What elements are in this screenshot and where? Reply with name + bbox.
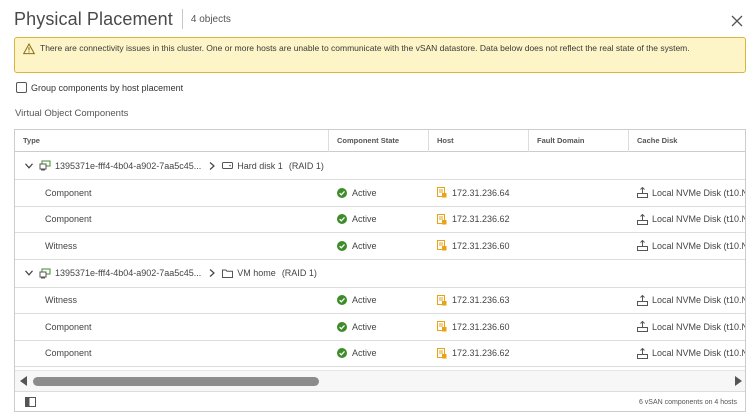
horizontal-scrollbar[interactable] — [15, 370, 745, 391]
component-state: Active — [352, 321, 377, 332]
component-host[interactable]: 172.31.236.60 — [452, 241, 510, 251]
scroll-right-icon[interactable] — [734, 376, 742, 386]
column-header-host[interactable]: Host — [429, 130, 529, 152]
object-id[interactable]: 1395371e-fff4-4b04-a902-7aa5c45... — [55, 268, 201, 278]
raid-level: (RAID 1) — [281, 268, 317, 278]
cache-disk-icon — [637, 321, 648, 333]
dialog-header: Physical Placement 4 objects — [14, 8, 231, 30]
component-host[interactable]: 172.31.236.62 — [452, 348, 510, 358]
component-row[interactable]: Witness Active 172.31.236.60 Local NVMe Dis… — [15, 233, 746, 260]
cache-disk-icon — [637, 187, 648, 199]
grid-header-row: Type Component State Host Fault Domain C… — [15, 130, 745, 152]
object-child-name: Hard disk 1 — [237, 160, 283, 171]
vsan-object-icon — [39, 160, 51, 171]
component-type: Witness — [45, 295, 78, 306]
vsan-object-icon — [39, 268, 51, 278]
group-by-host-label[interactable]: Group components by host placement — [31, 83, 183, 93]
component-state: Active — [352, 240, 377, 251]
component-row[interactable]: Component Active 172.31.236.60 Local NVMe D… — [15, 314, 746, 341]
scrollbar-thumb[interactable] — [33, 377, 319, 386]
folder-icon — [222, 269, 234, 278]
group-by-host-toggle[interactable]: Group components by host placement — [16, 82, 183, 93]
object-group-row[interactable]: 1395371e-fff4-4b04-a902-7aa5c45... VM hom… — [15, 260, 745, 288]
component-row[interactable]: Component Active 172.31.236.62 Local NVMe D… — [15, 207, 746, 233]
object-group-row[interactable]: 1395371e-fff4-4b04-a902-7aa5c45... Hard d… — [15, 152, 745, 180]
component-state: Active — [352, 214, 377, 225]
cache-disk-icon — [637, 294, 648, 306]
component-cache-disk: Local NVMe Disk (t10.N — [652, 214, 746, 225]
object-id[interactable]: 1395371e-fff4-4b04-a902-7aa5c45... — [55, 161, 201, 171]
active-status-icon — [337, 187, 347, 198]
disk-icon — [222, 162, 234, 169]
cache-disk-icon — [637, 347, 648, 359]
active-status-icon — [337, 240, 347, 251]
component-row[interactable]: Witness Active 172.31.236.63 Local NVMe Dis… — [15, 288, 746, 314]
component-cache-disk: Local NVMe Disk (t10.N — [652, 321, 746, 332]
dialog-title: Physical Placement — [14, 8, 173, 29]
component-type: Component — [45, 348, 92, 359]
scroll-left-icon[interactable] — [20, 376, 28, 386]
component-host[interactable]: 172.31.236.64 — [452, 188, 510, 198]
active-status-icon — [337, 321, 347, 332]
column-header-type[interactable]: Type — [15, 130, 329, 152]
close-icon[interactable] — [730, 14, 744, 28]
host-icon — [437, 294, 447, 306]
column-header-component-state[interactable]: Component State — [329, 130, 429, 152]
component-type: Component — [45, 321, 92, 332]
column-header-cache-disk[interactable]: Cache Disk — [629, 130, 745, 152]
group-by-host-checkbox[interactable] — [16, 82, 27, 93]
component-cache-disk: Local NVMe Disk (t10.N — [652, 295, 746, 306]
chevron-right-icon — [209, 161, 216, 170]
component-host[interactable]: 172.31.236.62 — [452, 214, 510, 224]
raid-level: (RAID 1) — [288, 160, 324, 171]
chevron-down-icon[interactable] — [25, 162, 33, 169]
grid-footer: 6 vSAN components on 4 hosts — [15, 391, 745, 411]
host-icon — [437, 321, 447, 332]
alert-message: There are connectivity issues in this cl… — [40, 43, 690, 53]
component-type: Component — [45, 187, 92, 198]
components-grid: Type Component State Host Fault Domain C… — [14, 129, 746, 412]
column-toggle-icon[interactable] — [25, 397, 36, 407]
title-separator — [181, 9, 183, 29]
component-cache-disk: Local NVMe Disk (t10.N — [652, 348, 746, 359]
component-type: Component — [45, 214, 92, 225]
object-child-name: VM home — [237, 268, 276, 278]
component-cache-disk: Local NVMe Disk (t10.N — [652, 187, 746, 198]
column-header-fault-domain[interactable]: Fault Domain — [529, 130, 629, 152]
chevron-down-icon[interactable] — [25, 270, 33, 276]
host-icon — [437, 347, 447, 359]
component-type: Witness — [45, 240, 78, 251]
component-state: Active — [352, 348, 377, 359]
cache-disk-icon — [637, 240, 648, 252]
component-state: Active — [352, 187, 377, 198]
chevron-right-icon — [209, 269, 216, 277]
cache-disk-icon — [637, 213, 648, 225]
host-icon — [437, 213, 447, 225]
active-status-icon — [337, 348, 347, 359]
component-row[interactable]: Component Active 172.31.236.62 Local NVMe D… — [15, 341, 746, 367]
active-status-icon — [337, 295, 347, 306]
component-host[interactable]: 172.31.236.63 — [452, 295, 510, 305]
object-count: 4 objects — [190, 13, 231, 25]
component-cache-disk: Local NVMe Disk (t10.N — [652, 240, 746, 251]
connectivity-alert: There are connectivity issues in this cl… — [14, 37, 746, 73]
section-title: Virtual Object Components — [15, 108, 129, 119]
host-icon — [437, 187, 447, 198]
component-count: 6 vSAN components on 4 hosts — [638, 399, 737, 406]
component-state: Active — [352, 295, 377, 306]
component-row[interactable]: Component Active 172.31.236.64 Local NVMe D… — [15, 180, 746, 207]
component-host[interactable]: 172.31.236.60 — [452, 322, 510, 332]
warning-icon — [23, 43, 35, 55]
host-icon — [437, 240, 447, 251]
active-status-icon — [337, 214, 347, 225]
